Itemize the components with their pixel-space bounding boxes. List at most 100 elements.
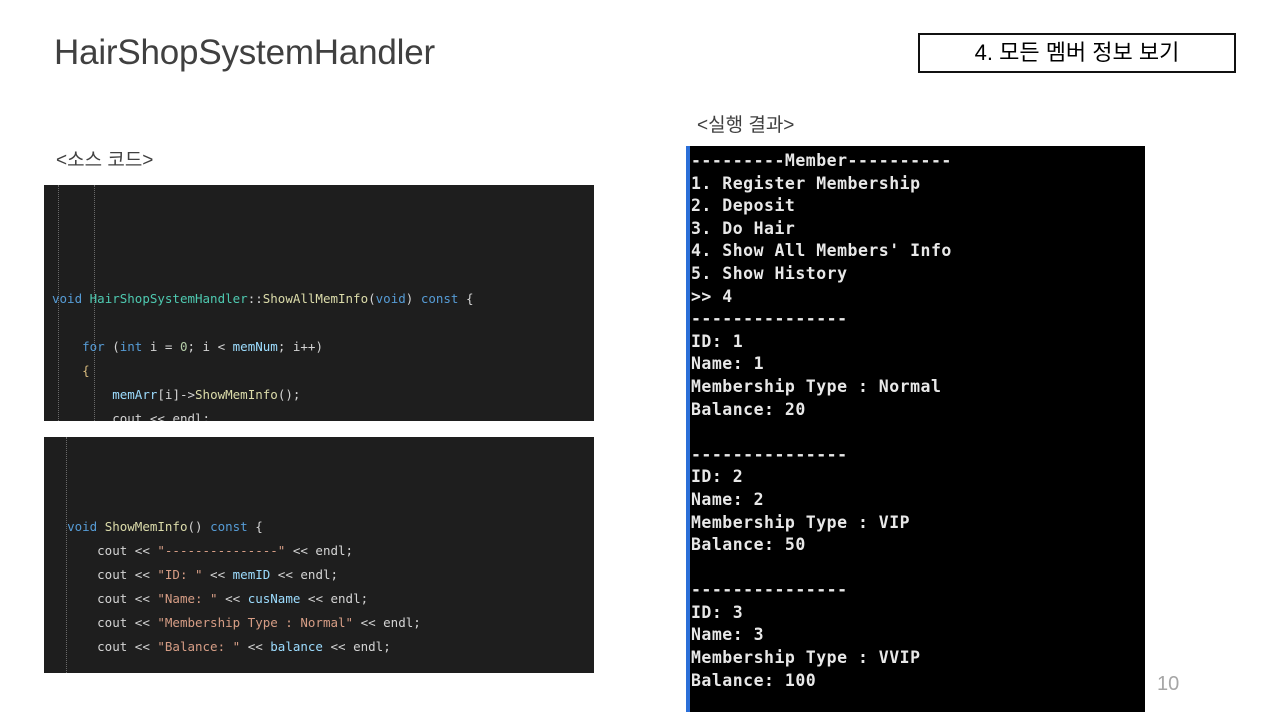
code-token: cout [97,639,128,654]
console-line: Name: 3 [691,625,765,645]
code-token: ShowMemInfo [104,519,188,534]
console-line: 2. Deposit [691,196,796,216]
page-title: HairShopSystemHandler [54,33,435,72]
code-token: << [202,567,233,582]
topic-badge: 4. 모든 멤버 정보 보기 [918,33,1236,73]
code-token: ; [413,615,421,630]
console-line: Balance: 50 [691,535,806,555]
code-token: endl [300,567,331,582]
code-token: ; i < [187,339,233,354]
code-token: void [375,291,406,306]
console-line: 5. Show History [691,263,848,283]
console-line: 1. Register Membership [691,173,921,193]
code-token: ; [360,591,369,606]
code-token: << [127,567,158,582]
code-token: << [127,543,158,558]
code-token: << [217,591,248,606]
code-block-showmeminfo: void ShowMemInfo() const { cout << "----… [44,437,594,673]
code-token: "Membership Type : Normal" [157,615,354,630]
console-line: ---------Member---------- [691,151,952,170]
code-token: const [420,291,459,306]
console-line: Membership Type : Normal [691,376,942,396]
code-token: endl [330,591,361,606]
code-token: cout [112,411,143,421]
code-token: cout [97,591,128,606]
topic-badge-label: 4. 모든 멤버 정보 보기 [974,40,1180,65]
code-token: :: [247,291,263,306]
code-token: "---------------" [157,543,286,558]
console-line: 3. Do Hair [691,218,796,238]
page-number: 10 [1157,673,1180,695]
code-line: { [44,359,594,383]
code-token: cout [97,543,128,558]
code-token: (); [277,387,301,402]
slide: HairShopSystemHandler 4. 모든 멤버 정보 보기 <소스… [0,0,1280,720]
code-token: ( [104,339,120,354]
code-token: { [82,363,90,378]
code-token: ; [345,543,354,558]
code-token: endl [172,411,203,421]
code-token: << [142,411,173,421]
execution-result-caption: <실행 결과> [697,115,795,136]
console-line: --------------- [691,309,848,329]
code-token: cusName [247,591,301,606]
console-output-window: ---------Member---------- 1. Register Mem… [686,146,1145,712]
code-token: endl [353,639,384,654]
code-line: cout << "Membership Type : Normal" << en… [44,611,594,635]
code-token: << [127,639,158,654]
code-token: << [127,591,158,606]
console-line: --------------- [691,444,848,464]
console-line: 4. Show All Members' Info [691,241,952,261]
code-line: cout << endl; [44,407,594,421]
code-token: memNum [232,339,278,354]
code-token: endl [383,615,414,630]
code-token: ShowMemInfo [195,387,278,402]
code-token: void [52,291,83,306]
console-line: ID: 1 [691,331,744,351]
code-token: << [240,639,271,654]
code-line: void ShowMemInfo() const { [44,515,594,539]
code-token: [ [157,387,165,402]
console-line: ID: 2 [691,467,744,487]
code-line: cout << "Name: " << cusName << endl; [44,587,594,611]
code-token: ) [405,291,421,306]
code-token: cout [97,615,128,630]
code-block-showallmeminfo: void HairShopSystemHandler::ShowAllMemIn… [44,185,594,421]
console-line: >> 4 [691,286,733,306]
console-scrollbar[interactable] [686,146,690,712]
console-line: Balance: 20 [691,399,806,419]
code-line: memArr[i]->ShowMemInfo(); [44,383,594,407]
code-token: int [119,339,143,354]
code-token: ( [368,291,376,306]
code-token: for [82,339,105,354]
code-line: for (int i = 0; i < memNum; i++) [44,335,594,359]
code-line: cout << "Balance: " << balance << endl; [44,635,594,659]
code-token: "ID: " [157,567,203,582]
code-token: ; i++) [277,339,323,354]
code-token: i = [142,339,180,354]
code-token: { [247,519,263,534]
code-token: "Name: " [157,591,218,606]
code-token: void [67,519,98,534]
code-line: cout << "ID: " << memID << endl; [44,563,594,587]
code-token: ; [383,639,391,654]
code-token: ]-> [172,387,196,402]
code-token: memArr [112,387,158,402]
source-code-caption: <소스 코드> [56,150,154,171]
code-token: memID [232,567,271,582]
code-token: () [187,519,211,534]
code-token: "Balance: " [157,639,241,654]
console-text: ---------Member---------- 1. Register Mem… [691,150,1145,712]
